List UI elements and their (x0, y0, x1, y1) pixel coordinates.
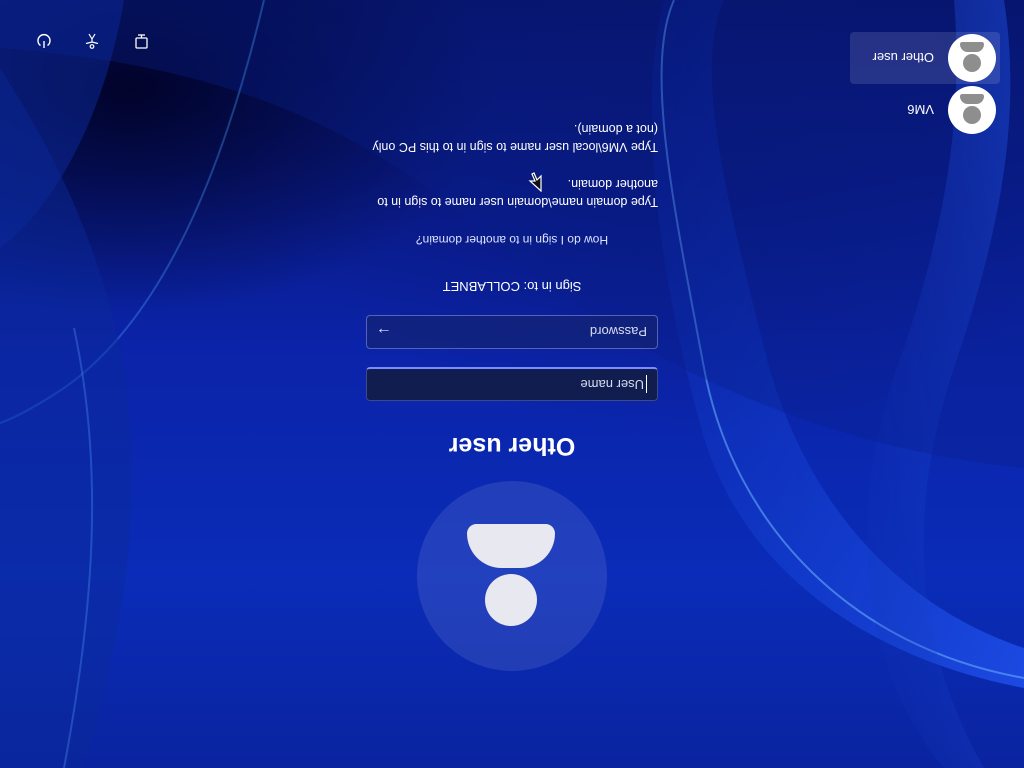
password-input[interactable] (401, 324, 657, 340)
user-list-item-other-user[interactable]: Other user (850, 32, 1000, 84)
domain-help-text: Type domain name\domain user name to sig… (377, 177, 658, 209)
user-list-item-label: VM6 (907, 102, 934, 118)
lock-screen: VM6 Other user Other user → Sign in to: … (0, 0, 1024, 768)
password-field[interactable]: → (366, 315, 658, 349)
accessibility-icon (85, 33, 99, 49)
text-cursor (646, 375, 647, 394)
accessibility-button[interactable] (77, 26, 107, 56)
network-icon (135, 34, 148, 49)
how-to-sign-in-link[interactable]: How do I sign in to another domain? (0, 233, 1024, 247)
mouse-pointer-icon (528, 172, 542, 192)
user-avatar-icon (948, 86, 996, 134)
submit-arrow-icon[interactable]: → (367, 316, 401, 348)
username-field[interactable] (366, 367, 658, 401)
user-avatar-icon (948, 34, 996, 82)
local-help-text: Type VM6\local user name to sign in to t… (372, 122, 658, 154)
user-list-item-label: Other user (872, 50, 934, 66)
sign-in-domain-label: Sign in to: COLLABNET (442, 279, 582, 294)
power-icon (37, 34, 51, 48)
power-button[interactable] (29, 26, 59, 56)
network-button[interactable] (126, 26, 156, 56)
user-list-item-vm6[interactable]: VM6 (850, 84, 1000, 136)
username-input[interactable] (367, 377, 646, 392)
large-user-avatar-icon (417, 481, 607, 671)
page-title: Other user (448, 432, 576, 460)
